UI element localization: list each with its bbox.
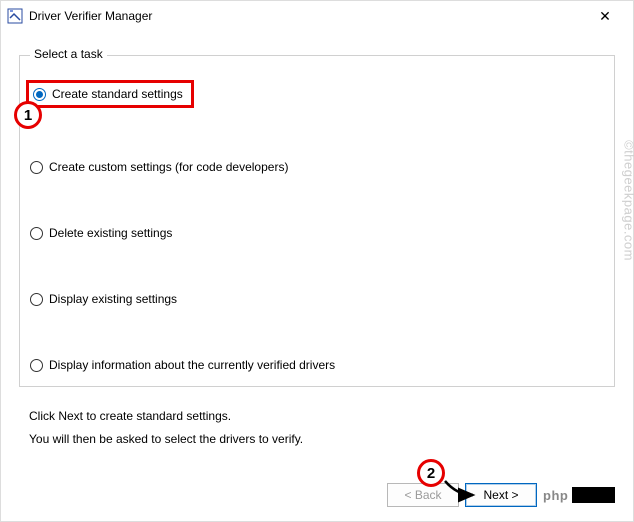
annotation-highlight-1: Create standard settings bbox=[26, 80, 194, 108]
title-bar: Driver Verifier Manager ✕ bbox=[1, 1, 633, 31]
hint-line-1: Click Next to create standard settings. bbox=[29, 405, 615, 428]
group-label: Select a task bbox=[30, 47, 107, 61]
task-groupbox: Select a task Create standard settings C… bbox=[19, 55, 615, 387]
close-button[interactable]: ✕ bbox=[583, 2, 627, 30]
radio-label-delete: Delete existing settings bbox=[49, 226, 172, 240]
radio-delete[interactable] bbox=[30, 227, 43, 240]
radio-custom[interactable] bbox=[30, 161, 43, 174]
radio-label-info: Display information about the currently … bbox=[49, 358, 335, 372]
radio-row-standard[interactable]: Create standard settings bbox=[30, 78, 604, 110]
content-area: Select a task Create standard settings C… bbox=[1, 31, 633, 451]
radio-row-custom[interactable]: Create custom settings (for code develop… bbox=[30, 158, 604, 176]
php-overlay-text: php bbox=[543, 488, 568, 503]
window-title: Driver Verifier Manager bbox=[29, 9, 583, 23]
radio-label-custom: Create custom settings (for code develop… bbox=[49, 160, 288, 174]
radio-display[interactable] bbox=[30, 293, 43, 306]
hint-text: Click Next to create standard settings. … bbox=[19, 405, 615, 451]
annotation-arrow-2 bbox=[443, 473, 483, 503]
annotation-badge-2: 2 bbox=[417, 459, 445, 487]
radio-label-standard: Create standard settings bbox=[52, 87, 183, 101]
radio-row-display[interactable]: Display existing settings bbox=[30, 290, 604, 308]
radio-info[interactable] bbox=[30, 359, 43, 372]
cancel-button-area[interactable]: php bbox=[543, 483, 615, 507]
annotation-badge-1: 1 bbox=[14, 101, 42, 129]
app-icon bbox=[7, 8, 23, 24]
overlay-black-strip bbox=[572, 487, 615, 503]
button-bar: < Back Next > php bbox=[387, 483, 615, 507]
dialog-window: Driver Verifier Manager ✕ Select a task … bbox=[0, 0, 634, 522]
radio-standard[interactable] bbox=[33, 88, 46, 101]
radio-row-delete[interactable]: Delete existing settings bbox=[30, 224, 604, 242]
radio-label-display: Display existing settings bbox=[49, 292, 177, 306]
radio-row-info[interactable]: Display information about the currently … bbox=[30, 356, 604, 374]
close-icon: ✕ bbox=[599, 8, 611, 25]
page-watermark: ©thegeekpage.com bbox=[622, 140, 634, 261]
hint-line-2: You will then be asked to select the dri… bbox=[29, 428, 615, 451]
overlay-watermark: php bbox=[543, 483, 615, 507]
